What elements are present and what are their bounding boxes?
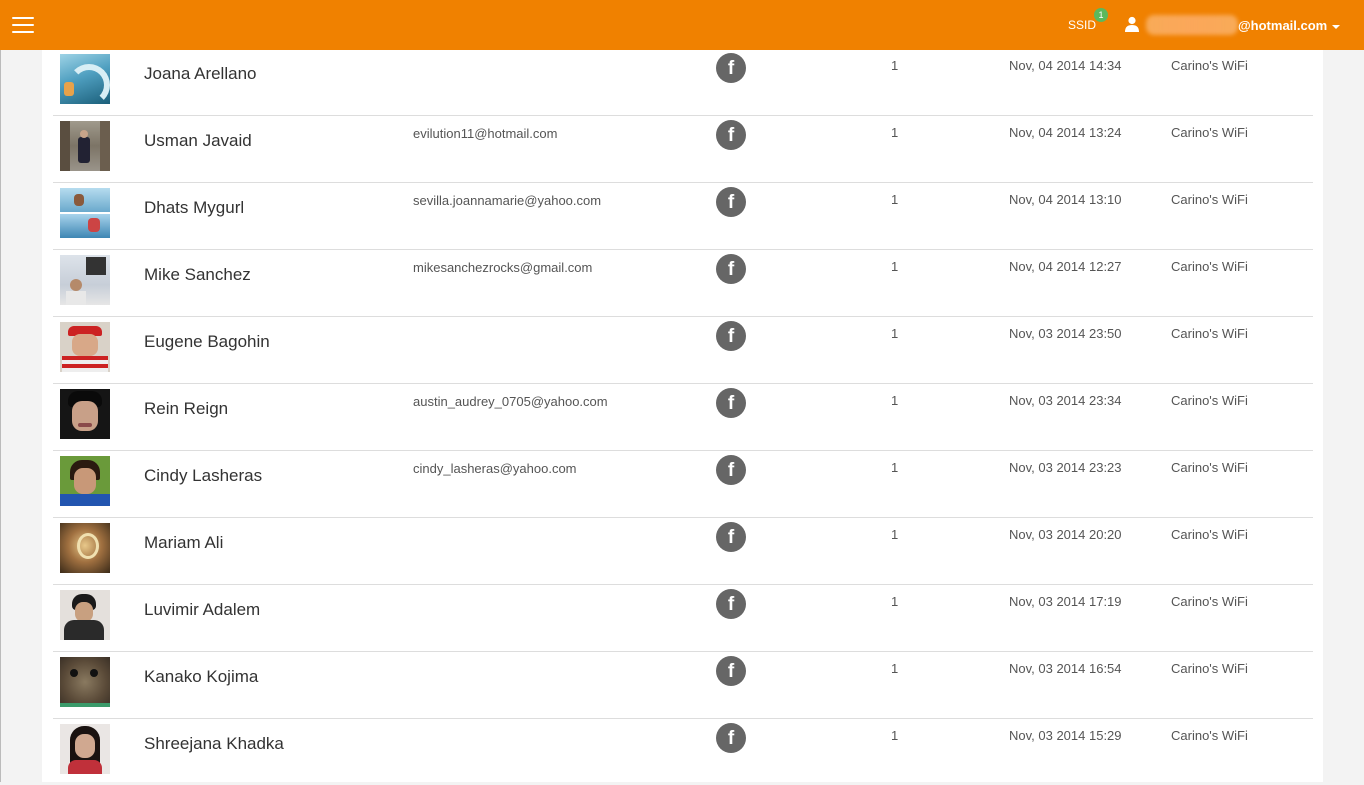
visit-count: 1 [891,460,899,475]
facebook-icon[interactable]: f [716,723,746,753]
visitor-name: Shreejana Khadka [144,734,284,753]
avatar [60,657,110,707]
ssid-name: Carino's WiFi [1171,460,1248,475]
last-visit-date: Nov, 04 2014 13:24 [1009,125,1122,140]
avatar [60,590,110,640]
avatar [60,188,110,238]
facebook-icon[interactable]: f [716,388,746,418]
visitor-row[interactable]: Dhats Mygurl sevilla.joannamarie@yahoo.c… [53,182,1313,250]
last-visit-date: Nov, 03 2014 23:50 [1009,326,1122,341]
facebook-icon[interactable]: f [716,589,746,619]
ssid-name: Carino's WiFi [1171,661,1248,676]
last-visit-date: Nov, 03 2014 17:19 [1009,594,1122,609]
ssid-name: Carino's WiFi [1171,192,1248,207]
visitor-name: Usman Javaid [144,131,252,150]
visitor-name: Rein Reign [144,399,229,418]
page-left-border [0,50,1,782]
visitor-row[interactable]: Rein Reign austin_audrey_0705@yahoo.com … [53,383,1313,451]
facebook-icon[interactable]: f [716,321,746,351]
visit-count: 1 [891,125,899,140]
visitor-email: evilution11@hotmail.com [413,126,558,141]
visit-count: 1 [891,259,899,274]
ssid-name: Carino's WiFi [1171,259,1248,274]
facebook-icon[interactable]: f [716,53,746,83]
hamburger-menu-icon[interactable] [12,17,34,33]
avatar [60,724,110,774]
last-visit-date: Nov, 03 2014 15:29 [1009,728,1122,743]
visitor-email: cindy_lasheras@yahoo.com [413,461,577,476]
facebook-icon[interactable]: f [716,254,746,284]
visit-count: 1 [891,393,899,408]
ssid-name: Carino's WiFi [1171,125,1248,140]
visitor-list-panel: Joana Arellano f 1 Nov, 04 2014 14:34 Ca… [42,50,1323,782]
last-visit-date: Nov, 04 2014 14:34 [1009,58,1122,73]
visit-count: 1 [891,192,899,207]
last-visit-date: Nov, 03 2014 16:54 [1009,661,1122,676]
visitor-email: sevilla.joannamarie@yahoo.com [413,193,602,208]
visitor-name: Eugene Bagohin [144,332,270,351]
ssid-nav-link[interactable]: SSID [1068,18,1096,32]
user-icon[interactable] [1124,16,1140,32]
facebook-icon[interactable]: f [716,522,746,552]
visitor-row[interactable]: Usman Javaid evilution11@hotmail.com f 1… [53,115,1313,183]
last-visit-date: Nov, 04 2014 12:27 [1009,259,1122,274]
visitor-row[interactable]: Eugene Bagohin f 1 Nov, 03 2014 23:50 Ca… [53,316,1313,384]
visitor-row[interactable]: Joana Arellano f 1 Nov, 04 2014 14:34 Ca… [53,48,1313,116]
avatar [60,456,110,506]
visitor-email: austin_audrey_0705@yahoo.com [413,394,608,409]
avatar [60,523,110,573]
ssid-name: Carino's WiFi [1171,58,1248,73]
avatar [60,54,110,104]
avatar [60,322,110,372]
visit-count: 1 [891,326,899,341]
last-visit-date: Nov, 03 2014 23:34 [1009,393,1122,408]
visitor-name: Dhats Mygurl [144,198,245,217]
visitor-row[interactable]: Kanako Kojima f 1 Nov, 03 2014 16:54 Car… [53,651,1313,719]
user-account-dropdown[interactable]: @hotmail.com [1238,18,1341,33]
visit-count: 1 [891,527,899,542]
visitor-name: Luvimir Adalem [144,600,261,619]
visitor-name: Mike Sanchez [144,265,251,284]
user-email-text: @hotmail.com [1238,18,1328,33]
visitor-name: Cindy Lasheras [144,466,263,485]
visitor-row[interactable]: Shreejana Khadka f 1 Nov, 03 2014 15:29 … [53,718,1313,785]
ssid-name: Carino's WiFi [1171,527,1248,542]
visitor-name: Mariam Ali [144,533,224,552]
visit-count: 1 [891,58,899,73]
visitor-row[interactable]: Luvimir Adalem f 1 Nov, 03 2014 17:19 Ca… [53,584,1313,652]
facebook-icon[interactable]: f [716,455,746,485]
visitor-email: mikesanchezrocks@gmail.com [413,260,593,275]
ssid-name: Carino's WiFi [1171,728,1248,743]
ssid-name: Carino's WiFi [1171,393,1248,408]
last-visit-date: Nov, 03 2014 23:23 [1009,460,1122,475]
visit-count: 1 [891,661,899,676]
visitor-name: Joana Arellano [144,64,257,83]
facebook-icon[interactable]: f [716,120,746,150]
visit-count: 1 [891,728,899,743]
avatar [60,255,110,305]
visitor-row[interactable]: Cindy Lasheras cindy_lasheras@yahoo.com … [53,450,1313,518]
last-visit-date: Nov, 04 2014 13:10 [1009,192,1122,207]
last-visit-date: Nov, 03 2014 20:20 [1009,527,1122,542]
caret-down-icon [1332,24,1341,29]
redacted-username [1146,15,1238,35]
avatar [60,389,110,439]
visit-count: 1 [891,594,899,609]
visitor-name: Kanako Kojima [144,667,259,686]
avatar [60,121,110,171]
ssid-name: Carino's WiFi [1171,594,1248,609]
top-navbar: SSID 1 @hotmail.com [0,0,1364,50]
visitor-row[interactable]: Mariam Ali f 1 Nov, 03 2014 20:20 Carino… [53,517,1313,585]
ssid-name: Carino's WiFi [1171,326,1248,341]
facebook-icon[interactable]: f [716,656,746,686]
visitor-row[interactable]: Mike Sanchez mikesanchezrocks@gmail.com … [53,249,1313,317]
ssid-count-badge: 1 [1094,8,1108,22]
facebook-icon[interactable]: f [716,187,746,217]
